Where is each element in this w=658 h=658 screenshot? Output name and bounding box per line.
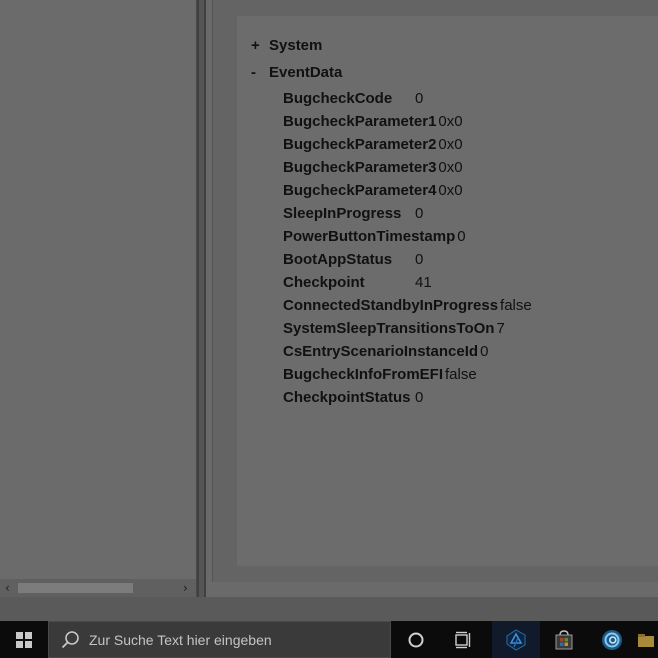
event-data-row: CheckpointStatus 0 xyxy=(283,389,423,406)
node-label: System xyxy=(269,37,323,54)
event-data-value: 0x0 xyxy=(438,136,463,153)
event-data-value: 0 xyxy=(415,389,424,406)
event-data-key: SleepInProgress xyxy=(283,205,402,222)
event-data-row: BugcheckParameter1 0x0 xyxy=(283,113,463,130)
event-data-row: BootAppStatus 0 xyxy=(283,251,423,268)
event-data-value: 0 xyxy=(480,343,489,360)
event-data-value: false xyxy=(500,297,532,314)
expand-toggle-icon[interactable]: + xyxy=(251,37,269,54)
scroll-right-arrow-icon[interactable]: › xyxy=(183,581,188,595)
xml-view: + System - EventData BugcheckCode 0 Bugcheck… xyxy=(237,16,658,566)
event-data-value: 0 xyxy=(415,90,424,107)
node-label: EventData xyxy=(269,64,343,81)
event-data-value: 0x0 xyxy=(438,113,463,130)
event-data-row: CsEntryScenarioInstanceId 0 xyxy=(283,343,488,360)
task-view-button[interactable] xyxy=(440,621,488,658)
event-data-row: PowerButtonTimestamp 0 xyxy=(283,228,466,245)
cortana-button[interactable] xyxy=(392,621,440,658)
left-tree-pane[interactable]: ‹ › xyxy=(0,0,197,597)
pane-splitter[interactable] xyxy=(197,0,206,597)
taskbar xyxy=(0,621,658,658)
event-data-key: BootAppStatus xyxy=(283,251,393,268)
event-data-key: BugcheckCode xyxy=(283,90,393,107)
cortana-circle-icon xyxy=(408,632,424,647)
event-data-value: 41 xyxy=(415,274,432,291)
event-data-key: Checkpoint xyxy=(283,274,365,291)
event-data-row: ConnectedStandbyInProgress false xyxy=(283,297,532,314)
event-data-key: CsEntryScenarioInstanceId xyxy=(283,343,479,360)
detail-frame: + System - EventData BugcheckCode 0 Bugcheck… xyxy=(212,0,658,582)
event-data-key: SystemSleepTransitionsToOn xyxy=(283,320,495,337)
swirl-app-button[interactable] xyxy=(588,621,636,658)
event-data-row: BugcheckParameter4 0x0 xyxy=(283,182,463,199)
event-data-row: BugcheckParameter3 0x0 xyxy=(283,159,463,176)
windows-start-icon xyxy=(16,631,32,648)
event-detail-pane: + System - EventData BugcheckCode 0 Bugcheck… xyxy=(206,0,658,597)
event-data-key: BugcheckInfoFromEFI xyxy=(283,366,444,383)
event-data-row: Checkpoint 41 xyxy=(283,274,432,291)
event-data-key: PowerButtonTimestamp xyxy=(283,228,456,245)
event-data-value: 0 xyxy=(415,251,424,268)
event-data-key: CheckpointStatus xyxy=(283,389,411,406)
event-data-value: 0x0 xyxy=(438,182,463,199)
microsoft-store-button[interactable] xyxy=(540,621,588,658)
event-data-value: 0 xyxy=(415,205,424,222)
start-button[interactable] xyxy=(0,621,48,658)
event-data-value: 0 xyxy=(457,228,466,245)
event-data-row: SystemSleepTransitionsToOn 7 xyxy=(283,320,505,337)
search-icon xyxy=(61,631,79,649)
app-swirl-icon xyxy=(602,629,622,650)
event-data-value: 0x0 xyxy=(438,159,463,176)
event-data-key: BugcheckParameter4 xyxy=(283,182,437,199)
scrollbar-thumb[interactable] xyxy=(18,583,133,593)
event-data-value: 7 xyxy=(496,320,505,337)
collapse-toggle-icon[interactable]: - xyxy=(251,64,269,81)
event-data-key: BugcheckParameter1 xyxy=(283,113,437,130)
task-view-icon xyxy=(455,631,471,648)
file-explorer-icon xyxy=(638,633,654,647)
scroll-left-arrow-icon[interactable]: ‹ xyxy=(5,581,10,595)
visual-studio-icon xyxy=(506,628,526,651)
event-data-key: ConnectedStandbyInProgress xyxy=(283,297,499,314)
event-data-value: false xyxy=(445,366,477,383)
microsoft-store-icon xyxy=(555,629,573,649)
event-data-key: BugcheckParameter3 xyxy=(283,159,437,176)
tree-node-eventdata[interactable]: - EventData xyxy=(251,64,342,81)
event-data-row: SleepInProgress 0 xyxy=(283,205,423,222)
event-data-row: BugcheckParameter2 0x0 xyxy=(283,136,463,153)
event-data-key: BugcheckParameter2 xyxy=(283,136,437,153)
tree-node-system[interactable]: + System xyxy=(251,37,322,54)
visual-studio-taskbar-button[interactable] xyxy=(492,621,540,658)
taskbar-search-box[interactable] xyxy=(48,621,391,658)
file-explorer-button[interactable] xyxy=(636,621,658,658)
horizontal-scrollbar[interactable]: ‹ › xyxy=(0,579,196,597)
event-data-row: BugcheckInfoFromEFI false xyxy=(283,366,477,383)
search-input[interactable] xyxy=(89,622,379,657)
event-data-row: BugcheckCode 0 xyxy=(283,90,423,107)
